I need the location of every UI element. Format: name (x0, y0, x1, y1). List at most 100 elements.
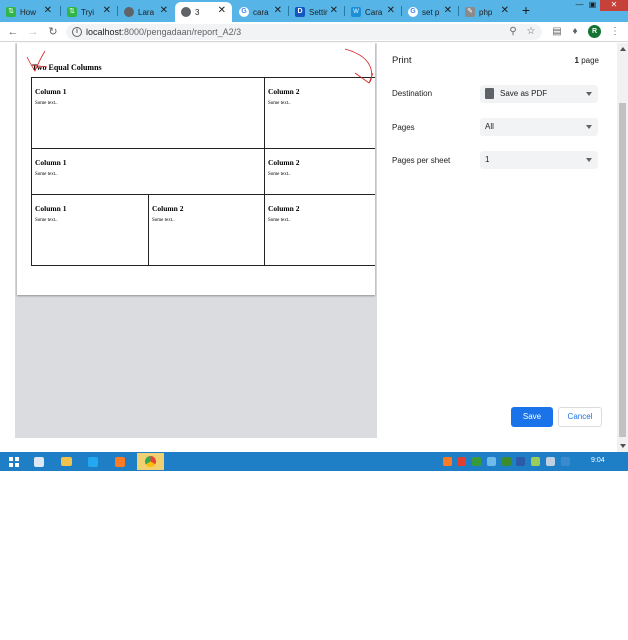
chevron-down-icon (586, 92, 592, 96)
back-button[interactable]: ← (6, 25, 20, 39)
xampp-tray-icon[interactable] (443, 457, 452, 466)
url-host: localhost (86, 27, 122, 37)
new-tab-button[interactable]: + (519, 2, 533, 20)
close-icon[interactable]: ✕ (218, 5, 226, 16)
d-icon: D (295, 7, 305, 17)
tab-settings[interactable]: D Settir ✕ (289, 2, 344, 22)
maximize-button[interactable]: ▣ (586, 0, 599, 11)
close-icon[interactable]: ✕ (444, 5, 452, 16)
taskbar-vscode[interactable] (83, 453, 103, 470)
extensions-icon[interactable]: ♦ (568, 25, 582, 39)
close-window-button[interactable]: ✕ (600, 0, 628, 11)
star-icon[interactable]: ☆ (524, 25, 538, 39)
cell-text: Some text.. (268, 218, 291, 223)
cell-title: Column 2 (152, 204, 184, 213)
tab-label: php (479, 7, 493, 17)
close-icon[interactable]: ✕ (160, 5, 168, 16)
cast-icon[interactable]: ▤ (550, 25, 564, 39)
table-cell: Column 1 Some text.. (32, 195, 149, 265)
taskbar-explorer[interactable] (29, 453, 49, 470)
tab-label: 3 (195, 7, 200, 17)
scrollbar[interactable] (617, 43, 628, 452)
table-cell: Column 2 Some text.. (265, 149, 375, 194)
tab-php[interactable]: ✎ php ✕ (459, 2, 515, 22)
close-icon[interactable]: ✕ (103, 5, 111, 16)
destination-select[interactable]: Save as PDF (480, 85, 598, 103)
reload-button[interactable]: ↻ (46, 25, 60, 39)
tab-laravel[interactable]: Lara ✕ (118, 2, 174, 22)
taskbar-chrome[interactable] (137, 453, 164, 470)
close-icon[interactable]: ✕ (330, 5, 338, 16)
url-path: :8000/pengadaan/report_A2/3 (121, 27, 242, 37)
computer-icon (34, 457, 44, 467)
pages-value: All (485, 122, 494, 131)
tray-app-icon[interactable] (531, 457, 540, 466)
pen-icon: ✎ (465, 7, 475, 17)
table-row: Column 1 Some text.. Column 2 Some text.… (31, 148, 375, 195)
avatar[interactable]: R (588, 25, 601, 38)
chrome-icon (145, 456, 156, 467)
tab-tryit[interactable]: ⇅ Tryi ✕ (61, 2, 117, 22)
tray-app-icon[interactable] (516, 457, 525, 466)
close-icon[interactable]: ✕ (501, 5, 509, 16)
close-icon[interactable]: ✕ (274, 5, 282, 16)
tray-eye-icon[interactable] (487, 457, 496, 466)
zoom-search-icon[interactable]: ⚲ (506, 25, 520, 39)
tray-app-icon[interactable] (546, 457, 555, 466)
close-icon[interactable]: ✕ (44, 5, 52, 16)
tab-how[interactable]: ⇅ How ✕ (0, 2, 58, 22)
scroll-thumb[interactable] (619, 103, 626, 437)
tray-app-icon[interactable] (472, 457, 481, 466)
pages-select[interactable]: All (480, 118, 598, 136)
cell-text: Some text.. (152, 218, 175, 223)
google-icon: G (239, 7, 249, 17)
save-button[interactable]: Save (511, 407, 553, 427)
cancel-button[interactable]: Cancel (558, 407, 602, 427)
web-icon: W (351, 7, 361, 17)
google-icon: G (408, 7, 418, 17)
page-count-number: 1 (574, 56, 579, 65)
cell-title: Column 2 (268, 204, 300, 213)
taskbar: 9:04 (0, 452, 628, 471)
taskbar-xampp[interactable] (110, 453, 130, 470)
table-cell: Column 2 Some text.. (265, 195, 375, 265)
tab-cara[interactable]: G cara ✕ (233, 2, 288, 22)
tab-label: Cara (365, 7, 383, 17)
chevron-down-icon (586, 158, 592, 162)
scroll-up-icon[interactable] (620, 47, 626, 51)
forward-button[interactable]: → (26, 25, 40, 39)
destination-label: Destination (392, 89, 433, 98)
tray-app-icon[interactable] (457, 457, 466, 466)
address-bar[interactable]: i localhost:8000/pengadaan/report_A2/3 ⚲… (66, 24, 542, 40)
globe-icon (124, 7, 134, 17)
page-count: 1 page (575, 56, 599, 65)
tab-set-p[interactable]: G set p ✕ (402, 2, 458, 22)
xampp-icon (115, 457, 125, 467)
menu-icon[interactable]: ⋮ (608, 25, 622, 39)
page-count-word: page (581, 56, 599, 65)
pages-per-sheet-select[interactable]: 1 (480, 151, 598, 169)
network-icon[interactable] (561, 457, 570, 466)
pages-label: Pages (392, 123, 415, 132)
cell-title: Column 2 (268, 158, 300, 167)
start-button[interactable] (2, 453, 22, 470)
windows-icon (9, 457, 19, 467)
tab-active-3[interactable]: 3 ✕ (175, 2, 232, 22)
tab-label: Lara (138, 7, 155, 17)
taskbar-folder[interactable] (56, 453, 76, 470)
tab-label: set p (422, 7, 440, 17)
taskbar-clock[interactable]: 9:04 (591, 457, 605, 464)
vscode-icon (88, 457, 98, 467)
url-text: localhost:8000/pengadaan/report_A2/3 (86, 26, 241, 38)
minimize-button[interactable]: — (573, 0, 586, 11)
pages-per-sheet-value: 1 (485, 155, 490, 164)
cell-text: Some text.. (268, 172, 291, 177)
cell-title: Column 1 (35, 204, 67, 213)
red-annotation-scribble (26, 48, 374, 84)
info-icon[interactable]: i (72, 27, 82, 37)
tab-cara-web[interactable]: W Cara ✕ (345, 2, 401, 22)
close-icon[interactable]: ✕ (387, 5, 395, 16)
tab-strip: ⇅ How ✕ ⇅ Tryi ✕ Lara ✕ 3 ✕ G cara ✕ D S… (0, 0, 628, 22)
tray-app-icon[interactable] (502, 457, 511, 466)
scroll-down-icon[interactable] (620, 444, 626, 448)
